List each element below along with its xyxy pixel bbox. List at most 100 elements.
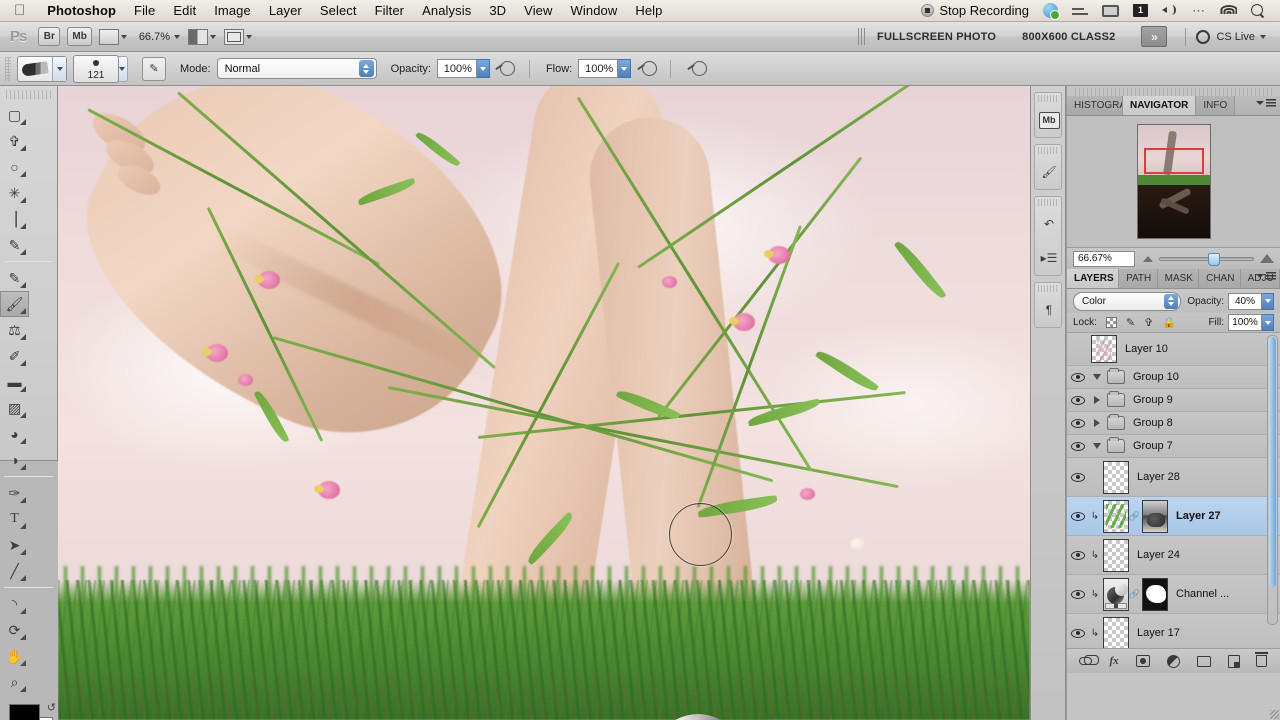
fill-value[interactable]: 100% — [1228, 314, 1262, 331]
zoom-in-icon[interactable] — [1260, 254, 1274, 263]
pen-tool[interactable]: ✑ — [0, 480, 29, 506]
blend-mode-select[interactable]: Normal — [216, 58, 377, 79]
stop-recording-button[interactable]: Stop Recording — [914, 0, 1036, 22]
mask-link-icon[interactable]: 🔗 — [1129, 511, 1140, 522]
gradient-tool[interactable]: ▨ — [0, 395, 29, 421]
zoom-level-value[interactable]: 66.7% — [139, 31, 170, 43]
arrange-chevron-down-icon[interactable] — [210, 34, 217, 39]
group-disclosure-triangle-right-icon[interactable] — [1089, 419, 1105, 427]
flow-pressure-icon[interactable] — [638, 58, 660, 80]
dots-icon[interactable]: ⋯ — [1185, 4, 1213, 17]
tools-drag-grip[interactable] — [6, 90, 51, 99]
wifi-icon[interactable] — [1213, 4, 1244, 17]
eyedropper-tool[interactable]: ✎ — [0, 232, 29, 258]
blur-tool[interactable]: ◕ — [0, 421, 29, 447]
tab-channels[interactable]: CHAN — [1199, 269, 1241, 288]
menu-item-view[interactable]: View — [515, 0, 561, 22]
move-tool[interactable]: ✞ — [0, 128, 29, 154]
tab-masks[interactable]: MASK — [1157, 269, 1200, 288]
navigator-zoom-slider[interactable] — [1143, 252, 1274, 266]
layer-blend-mode-select[interactable]: Color — [1073, 291, 1182, 311]
apple-logo-icon[interactable]:  — [14, 3, 25, 18]
3d-rotate-tool[interactable]: ◝ — [0, 591, 29, 617]
new-adjustment-layer-icon[interactable] — [1166, 654, 1180, 668]
crop-tool[interactable]: ⎟ — [0, 206, 29, 232]
group-disclosure-triangle-down-icon[interactable] — [1089, 443, 1105, 449]
layers-scrollbar-thumb[interactable] — [1269, 337, 1276, 587]
layer-opacity-chevron-down-icon[interactable] — [1262, 292, 1274, 310]
layer-visibility-toggle[interactable] — [1067, 395, 1089, 405]
layer-visibility-toggle[interactable] — [1067, 511, 1089, 521]
table-row[interactable]: ↳ 🔗 Channel ... — [1067, 575, 1280, 614]
tool-preset-picker[interactable] — [17, 55, 67, 82]
history-panel-icon[interactable]: ↶ — [1035, 207, 1063, 241]
eraser-tool[interactable]: ▬ — [0, 369, 29, 395]
tool-preset-chevron-down-icon[interactable] — [52, 56, 66, 81]
healing-brush-tool[interactable]: ✎ — [0, 265, 29, 291]
menu-item-help[interactable]: Help — [626, 0, 671, 22]
layer-visibility-toggle[interactable] — [1067, 550, 1089, 560]
delete-layer-icon[interactable] — [1255, 652, 1269, 667]
tab-navigator[interactable]: NAVIGATOR — [1123, 96, 1197, 115]
options-bar-drag-grip[interactable] — [5, 56, 11, 81]
dock-grip-1[interactable] — [1038, 95, 1058, 102]
volume-icon[interactable] — [1155, 4, 1185, 17]
layer-style-fx-icon[interactable]: fx — [1109, 655, 1118, 667]
line-shape-tool[interactable]: ╱ — [0, 558, 29, 584]
dodge-tool[interactable]: ◑ — [0, 447, 29, 473]
marquee-tool[interactable]: ▢ — [0, 102, 29, 128]
layer-thumbnail[interactable] — [1103, 499, 1129, 533]
menu-item-photoshop[interactable]: Photoshop — [38, 0, 125, 22]
hand-tool[interactable]: ✋ — [0, 643, 29, 669]
airbrush-icon[interactable] — [688, 58, 710, 80]
mini-bridge-button[interactable]: Mb — [67, 27, 92, 46]
zoom-out-icon[interactable] — [1143, 255, 1153, 262]
cs-live-button[interactable]: CS Live — [1196, 29, 1274, 44]
workspace-drag-grip[interactable] — [858, 28, 866, 45]
table-row[interactable]: Layer 10 — [1067, 333, 1280, 366]
blend-mode-stepper-icon[interactable] — [358, 60, 374, 77]
workspace-fullscreen-photo[interactable]: FULLSCREEN PHOTO — [877, 31, 996, 43]
view-extras-chevron-down-icon[interactable] — [120, 34, 127, 39]
table-row[interactable]: ↳ Layer 17 — [1067, 614, 1280, 648]
layer-thumbnail[interactable] — [1103, 538, 1129, 572]
tab-layers[interactable]: LAYERS — [1067, 269, 1120, 288]
group-disclosure-triangle-right-icon[interactable] — [1089, 396, 1105, 404]
navigator-panel-grip[interactable] — [1075, 88, 1272, 96]
menu-item-edit[interactable]: Edit — [164, 0, 205, 22]
launch-bridge-button[interactable]: Br — [38, 27, 61, 46]
dock-grip-2[interactable] — [1038, 147, 1058, 154]
brush-panel-toggle-icon[interactable]: ✎ — [142, 56, 166, 81]
lock-all-icon[interactable]: 🔒 — [1162, 316, 1176, 329]
layer-thumbnail[interactable] — [1103, 460, 1129, 494]
path-selection-tool[interactable]: ➤ — [0, 532, 29, 558]
fill-chevron-down-icon[interactable] — [1262, 314, 1274, 331]
flow-value[interactable]: 100% — [578, 59, 619, 78]
menu-item-analysis[interactable]: Analysis — [413, 0, 480, 22]
spotlight-search-icon[interactable] — [1244, 3, 1272, 18]
tab-histogram[interactable]: HISTOGRAM — [1067, 96, 1123, 115]
battery-icon[interactable]: 1 — [1126, 4, 1155, 17]
layer-visibility-toggle[interactable] — [1067, 418, 1089, 428]
brush-panel-icon[interactable]: 🖌 — [1035, 155, 1063, 189]
menu-item-window[interactable]: Window — [562, 0, 627, 22]
paragraph-panel-icon[interactable]: ¶ — [1035, 293, 1063, 327]
table-row[interactable]: Group 8 — [1067, 412, 1280, 435]
opacity-chevron-down-icon[interactable] — [476, 59, 490, 78]
tab-paths[interactable]: PATH — [1119, 269, 1158, 288]
layer-visibility-toggle[interactable] — [1067, 472, 1089, 482]
quick-selection-tool[interactable]: ✳ — [0, 180, 29, 206]
layer-visibility-toggle[interactable] — [1067, 628, 1089, 638]
new-layer-icon[interactable] — [1227, 654, 1240, 668]
lock-transparent-pixels-icon[interactable] — [1105, 317, 1117, 328]
zoom-chevron-down-icon[interactable] — [174, 34, 181, 39]
screen-mode-icon[interactable] — [224, 28, 245, 45]
flow-chevron-down-icon[interactable] — [618, 59, 632, 78]
brush-tool[interactable]: 🖌 — [0, 291, 29, 317]
clone-stamp-tool[interactable]: ⚖ — [0, 317, 29, 343]
layer-visibility-toggle[interactable] — [1067, 372, 1089, 382]
mask-link-icon[interactable]: 🔗 — [1129, 589, 1140, 600]
navigator-view-box[interactable] — [1143, 148, 1204, 174]
zoom-slider-track[interactable] — [1159, 252, 1254, 266]
menu-item-file[interactable]: File — [125, 0, 164, 22]
